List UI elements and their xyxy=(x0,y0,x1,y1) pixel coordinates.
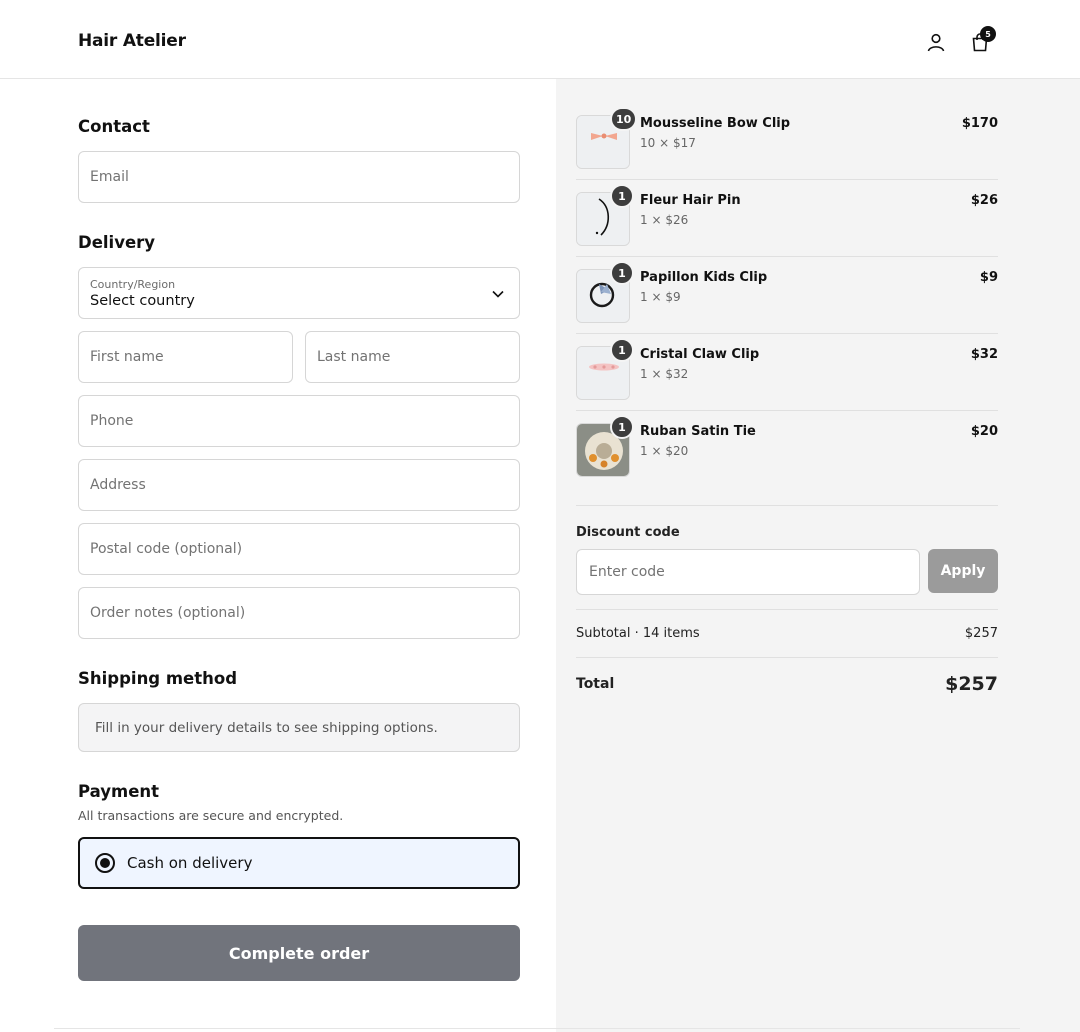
divider xyxy=(576,333,998,334)
discount-label: Discount code xyxy=(576,525,680,540)
list-item: 1 Fleur Hair Pin 1 × $26 $26 xyxy=(576,184,998,269)
complete-order-button[interactable]: Complete order xyxy=(78,925,520,981)
payment-heading: Payment xyxy=(78,782,160,801)
total-value: $257 xyxy=(945,673,998,695)
payment-subtitle: All transactions are secure and encrypte… xyxy=(78,808,344,823)
product-line-total: $32 xyxy=(970,347,998,362)
shipping-info-box: Fill in your delivery details to see shi… xyxy=(78,703,520,752)
postal-code-field[interactable] xyxy=(78,523,520,575)
phone-input[interactable] xyxy=(90,413,519,429)
chevron-down-icon xyxy=(492,290,504,298)
product-name: Mousseline Bow Clip xyxy=(640,116,791,131)
header: Hair Atelier 5 xyxy=(0,0,1080,79)
radio-selected-icon[interactable] xyxy=(95,853,115,873)
apply-discount-button[interactable]: Apply xyxy=(928,549,998,593)
subtotal-value: $257 xyxy=(964,626,998,641)
payment-option-cod[interactable]: Cash on delivery xyxy=(78,837,520,889)
divider xyxy=(576,657,998,658)
shipping-heading: Shipping method xyxy=(78,669,238,688)
product-name: Cristal Claw Clip xyxy=(640,347,760,362)
delivery-heading: Delivery xyxy=(78,233,156,252)
list-item: 1 Cristal Claw Clip 1 × $32 $32 xyxy=(576,338,998,423)
order-notes-field[interactable] xyxy=(78,587,520,639)
account-icon[interactable] xyxy=(924,30,948,54)
discount-input[interactable] xyxy=(589,564,919,580)
cart-count-badge: 5 xyxy=(980,26,996,42)
country-value: Select country xyxy=(90,292,195,309)
address-field[interactable] xyxy=(78,459,520,511)
product-name: Papillon Kids Clip xyxy=(640,270,768,285)
country-label: Country/Region xyxy=(90,277,176,291)
total-row: Total $257 xyxy=(576,673,998,695)
contact-heading: Contact xyxy=(78,117,150,136)
payment-option-label: Cash on delivery xyxy=(127,854,253,872)
discount-field[interactable] xyxy=(576,549,920,595)
quantity-badge: 1 xyxy=(610,261,634,285)
divider xyxy=(576,179,998,180)
first-name-field[interactable] xyxy=(78,331,293,383)
product-line-total: $9 xyxy=(979,270,998,285)
list-item: 1 Ruban Satin Tie 1 × $20 $20 xyxy=(576,415,998,500)
subtotal-row: Subtotal · 14 items $257 xyxy=(576,626,998,641)
brand-logo[interactable]: Hair Atelier xyxy=(78,31,186,51)
product-name: Fleur Hair Pin xyxy=(640,193,741,208)
first-name-input[interactable] xyxy=(90,349,292,365)
product-line-total: $26 xyxy=(970,193,998,208)
country-select[interactable]: Country/Region Select country xyxy=(78,267,520,319)
quantity-badge: 1 xyxy=(610,184,634,208)
email-input[interactable] xyxy=(90,169,519,185)
product-unit-price: 1 × $26 xyxy=(640,213,689,227)
last-name-input[interactable] xyxy=(317,349,519,365)
subtotal-label: Subtotal · 14 items xyxy=(576,626,700,641)
order-notes-input[interactable] xyxy=(90,605,519,621)
product-unit-price: 10 × $17 xyxy=(640,136,696,150)
product-name: Ruban Satin Tie xyxy=(640,424,756,439)
list-item: 10 Mousseline Bow Clip 10 × $17 $170 xyxy=(576,107,998,192)
divider xyxy=(576,256,998,257)
last-name-field[interactable] xyxy=(305,331,520,383)
product-line-total: $20 xyxy=(970,424,998,439)
divider xyxy=(576,609,998,610)
product-line-total: $170 xyxy=(961,116,998,131)
email-field[interactable] xyxy=(78,151,520,203)
phone-field[interactable] xyxy=(78,395,520,447)
quantity-badge: 1 xyxy=(610,415,634,439)
product-unit-price: 1 × $9 xyxy=(640,290,681,304)
divider xyxy=(576,505,998,506)
postal-code-input[interactable] xyxy=(90,541,519,557)
total-label: Total xyxy=(576,676,615,692)
divider xyxy=(576,410,998,411)
list-item: 1 Papillon Kids Clip 1 × $9 $9 xyxy=(576,261,998,346)
address-input[interactable] xyxy=(90,477,519,493)
quantity-badge: 10 xyxy=(610,107,638,131)
product-unit-price: 1 × $20 xyxy=(640,444,689,458)
product-unit-price: 1 × $32 xyxy=(640,367,689,381)
divider xyxy=(54,1028,1020,1029)
quantity-badge: 1 xyxy=(610,338,634,362)
